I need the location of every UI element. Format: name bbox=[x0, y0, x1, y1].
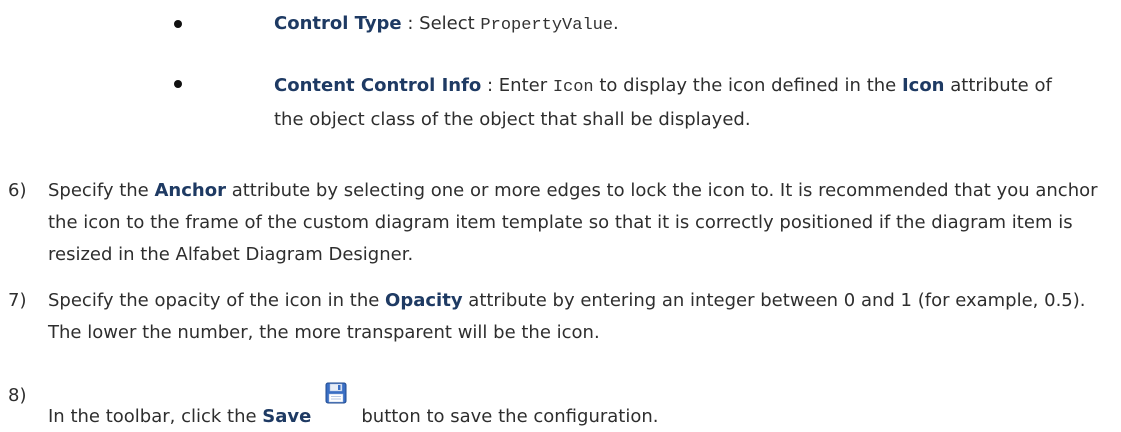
emphasis-text: Anchor bbox=[154, 180, 226, 201]
bullet-label: Control Type bbox=[274, 13, 402, 34]
bullet-text: Control Type : Select PropertyValue. bbox=[274, 13, 619, 35]
step-number: 7) bbox=[8, 290, 27, 311]
step-text: In the toolbar, click the Save button to… bbox=[48, 382, 1113, 431]
step-text: Specify the Anchor attribute by selectin… bbox=[48, 180, 1098, 265]
step-7: 7) Specify the opacity of the icon in th… bbox=[8, 285, 1113, 349]
step-text: Specify the opacity of the icon in the O… bbox=[48, 290, 1086, 343]
step-8: 8) In the toolbar, click the Save button… bbox=[8, 382, 1113, 431]
step-6: 6) Specify the Anchor attribute by selec… bbox=[8, 175, 1113, 271]
bullet-item-control-type: Control Type : Select PropertyValue. bbox=[174, 10, 1054, 40]
bullet-text: Content Control Info : Enter Icon to dis… bbox=[274, 75, 1052, 130]
save-floppy-icon bbox=[325, 382, 347, 404]
bullet-item-content-control-info: Content Control Info : Enter Icon to dis… bbox=[174, 70, 1054, 136]
bullet-dot-icon bbox=[174, 20, 182, 28]
emphasis-text: Icon bbox=[901, 75, 945, 96]
bullet-dot-icon bbox=[174, 80, 182, 88]
step-number: 6) bbox=[8, 180, 27, 201]
bullet-label: Content Control Info bbox=[274, 75, 482, 96]
emphasis-text: Opacity bbox=[385, 290, 463, 311]
code-text: Icon bbox=[552, 78, 594, 97]
emphasis-text: Save bbox=[262, 406, 312, 427]
code-text: PropertyValue bbox=[480, 16, 614, 35]
step-number: 8) bbox=[8, 385, 27, 406]
